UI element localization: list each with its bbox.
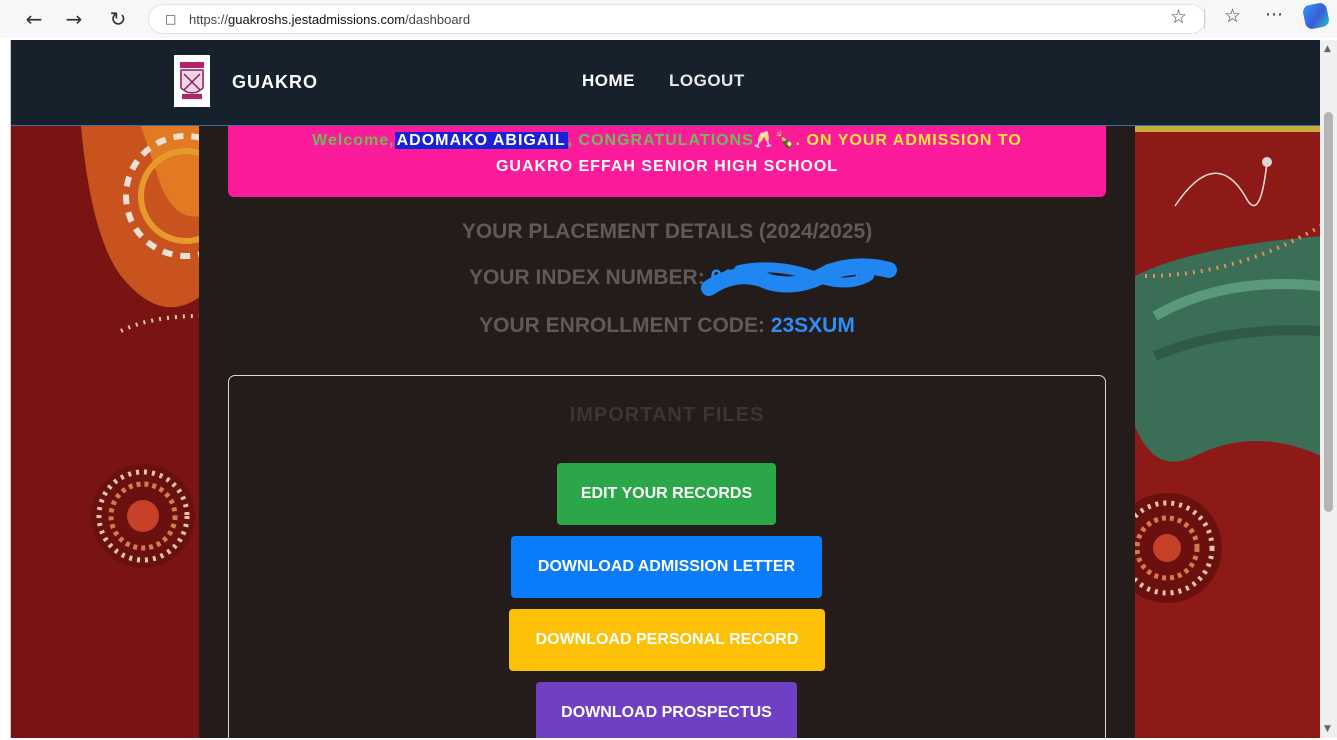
reload-icon[interactable]: ↻ — [102, 3, 134, 35]
copilot-icon[interactable] — [1301, 1, 1331, 31]
redaction-scribble — [700, 258, 897, 296]
edit-records-button[interactable]: EDIT YOUR RECORDS — [557, 463, 776, 525]
address-bar[interactable]: □ https://guakroshs.jestadmissions.com/d… — [148, 4, 1206, 34]
left-background-decoration — [11, 126, 201, 738]
scroll-up-icon[interactable]: ▲ — [1324, 44, 1331, 54]
site-navbar: GUAKRO HOME LOGOUT — [11, 40, 1320, 126]
admission-text: . ON YOUR ADMISSION TO — [795, 132, 1022, 149]
site-brand[interactable]: GUAKRO — [232, 72, 318, 93]
download-personal-record-button[interactable]: DOWNLOAD PERSONAL RECORD — [509, 609, 825, 671]
favorites-list-icon[interactable]: ☆ — [1224, 5, 1241, 27]
school-logo[interactable] — [174, 55, 210, 107]
school-name: GUAKRO EFFAH SENIOR HIGH SCHOOL — [495, 158, 839, 175]
more-menu-icon[interactable]: ⋯ — [1265, 4, 1283, 25]
enrollment-code-label: YOUR ENROLLMENT CODE: — [479, 314, 771, 337]
index-number-label: YOUR INDEX NUMBER: — [469, 266, 711, 289]
page-scrollbar[interactable]: ▲ ▼ — [1320, 40, 1337, 738]
index-number-value: 0108 4 — [700, 258, 897, 296]
url-text: https://guakroshs.jestadmissions.com/das… — [189, 11, 471, 27]
download-admission-letter-button[interactable]: DOWNLOAD ADMISSION LETTER — [511, 536, 822, 598]
scrollbar-thumb[interactable] — [1324, 112, 1333, 512]
right-background-decoration — [1135, 126, 1320, 738]
school-crest-icon — [180, 62, 204, 99]
back-arrow-icon[interactable]: ← — [18, 3, 50, 35]
index-number-row: YOUR INDEX NUMBER: 0108 4 — [199, 258, 1135, 296]
congratulations-text: , CONGRATULATIONS — [567, 132, 754, 149]
dashboard-panel: Welcome, ADOMAKO ABIGAIL, CONGRATULATIONS… — [199, 126, 1135, 738]
enrollment-code-row: YOUR ENROLLMENT CODE: 23SXUM — [199, 314, 1135, 338]
download-prospectus-button[interactable]: DOWNLOAD PROSPECTUS — [536, 682, 797, 738]
celebration-emoji-icon: 🥂🍾 — [753, 130, 796, 149]
page-viewport: GUAKRO HOME LOGOUT Welcome, ADOMAKO ABIGA… — [10, 40, 1320, 738]
browser-toolbar: ← → ↻ □ https://guakroshs.jestadmissions… — [0, 0, 1337, 38]
nav-logout-link[interactable]: LOGOUT — [669, 71, 745, 91]
forward-arrow-icon[interactable]: → — [58, 3, 90, 35]
toolbar-divider — [1204, 9, 1205, 29]
scroll-down-icon[interactable]: ▼ — [1324, 724, 1331, 734]
welcome-banner: Welcome, ADOMAKO ABIGAIL, CONGRATULATIONS… — [228, 126, 1106, 197]
nav-home-link[interactable]: HOME — [582, 71, 635, 91]
enrollment-code-value: 23SXUM — [770, 314, 855, 337]
important-files-box: IMPORTANT FILES EDIT YOUR RECORDS DOWNLO… — [228, 375, 1106, 738]
important-files-title: IMPORTANT FILES — [569, 404, 765, 426]
student-name: ADOMAKO ABIGAIL — [394, 132, 568, 149]
favorite-star-icon[interactable]: ☆ — [1170, 6, 1187, 28]
placement-title: YOUR PLACEMENT DETAILS (2024/2025) — [461, 220, 873, 243]
lock-icon[interactable]: □ — [165, 12, 177, 26]
welcome-line: Welcome, ADOMAKO ABIGAIL, CONGRATULATIONS… — [228, 130, 1106, 150]
welcome-greeting: Welcome, — [312, 132, 395, 149]
